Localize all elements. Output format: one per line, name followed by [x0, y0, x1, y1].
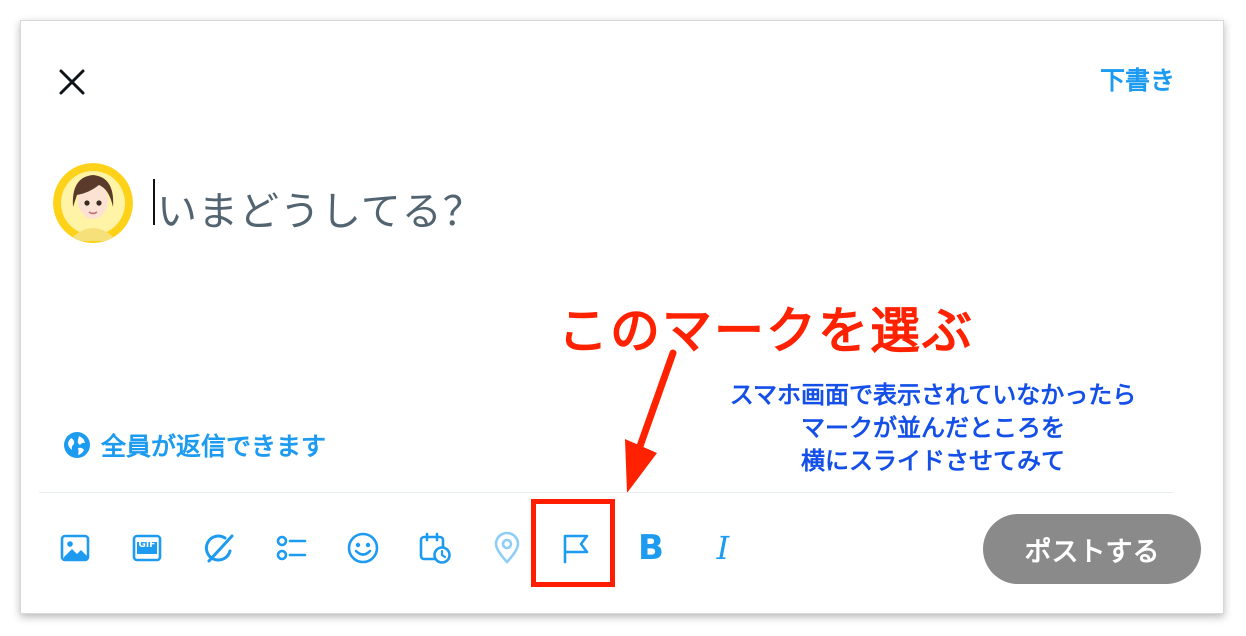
- grok-button[interactable]: [197, 526, 241, 570]
- grok-icon: [204, 534, 234, 563]
- text-cursor: [153, 179, 155, 225]
- schedule-icon: [419, 532, 451, 564]
- location-pin-icon: [494, 531, 520, 564]
- schedule-button[interactable]: [413, 526, 457, 570]
- screenshot-frame: 下書き いまどうしてる？ このマークを選ぶ スマホ画面で表示されていなかったら …: [20, 20, 1224, 614]
- annotation-note-line: スマホ画面で表示されていなかったら: [729, 381, 1137, 409]
- image-icon: [60, 534, 90, 562]
- close-button[interactable]: [55, 65, 89, 99]
- poll-button[interactable]: [269, 526, 313, 570]
- bold-label: B: [638, 528, 664, 568]
- media-button[interactable]: [53, 526, 97, 570]
- drafts-button[interactable]: 下書き: [1100, 61, 1175, 97]
- reply-setting-label: 全員が返信できます: [101, 432, 327, 461]
- annotation-arrow: [625, 349, 677, 493]
- globe-icon: [64, 432, 90, 458]
- gif-label: GIF: [138, 540, 156, 550]
- poll-icon: [276, 535, 307, 561]
- italic-button[interactable]: I: [701, 526, 745, 570]
- annotation-note: スマホ画面で表示されていなかったら マークが並んだところを 横にスライドさせてみ…: [703, 379, 1163, 478]
- annotation-note-line: 横にスライドさせてみて: [801, 447, 1065, 475]
- gif-button[interactable]: GIF: [125, 526, 169, 570]
- emoji-icon: [347, 532, 379, 564]
- bold-button[interactable]: B: [629, 526, 673, 570]
- avatar[interactable]: [53, 163, 133, 243]
- post-button[interactable]: ポストする: [983, 514, 1201, 584]
- compose-dialog: 下書き いまどうしてる？ このマークを選ぶ スマホ画面で表示されていなかったら …: [33, 33, 1213, 603]
- close-icon: [59, 69, 85, 95]
- avatar-image: [53, 163, 133, 243]
- toolbar-divider: [39, 492, 1173, 493]
- reply-setting-button[interactable]: 全員が返信できます: [63, 427, 326, 463]
- emoji-button[interactable]: [341, 526, 385, 570]
- italic-label: I: [716, 529, 730, 567]
- compose-textarea[interactable]: いまどうしてる？: [157, 179, 484, 237]
- location-button[interactable]: [485, 526, 529, 570]
- annotation-note-line: マークが並んだところを: [801, 414, 1065, 442]
- highlight-box: [531, 499, 615, 587]
